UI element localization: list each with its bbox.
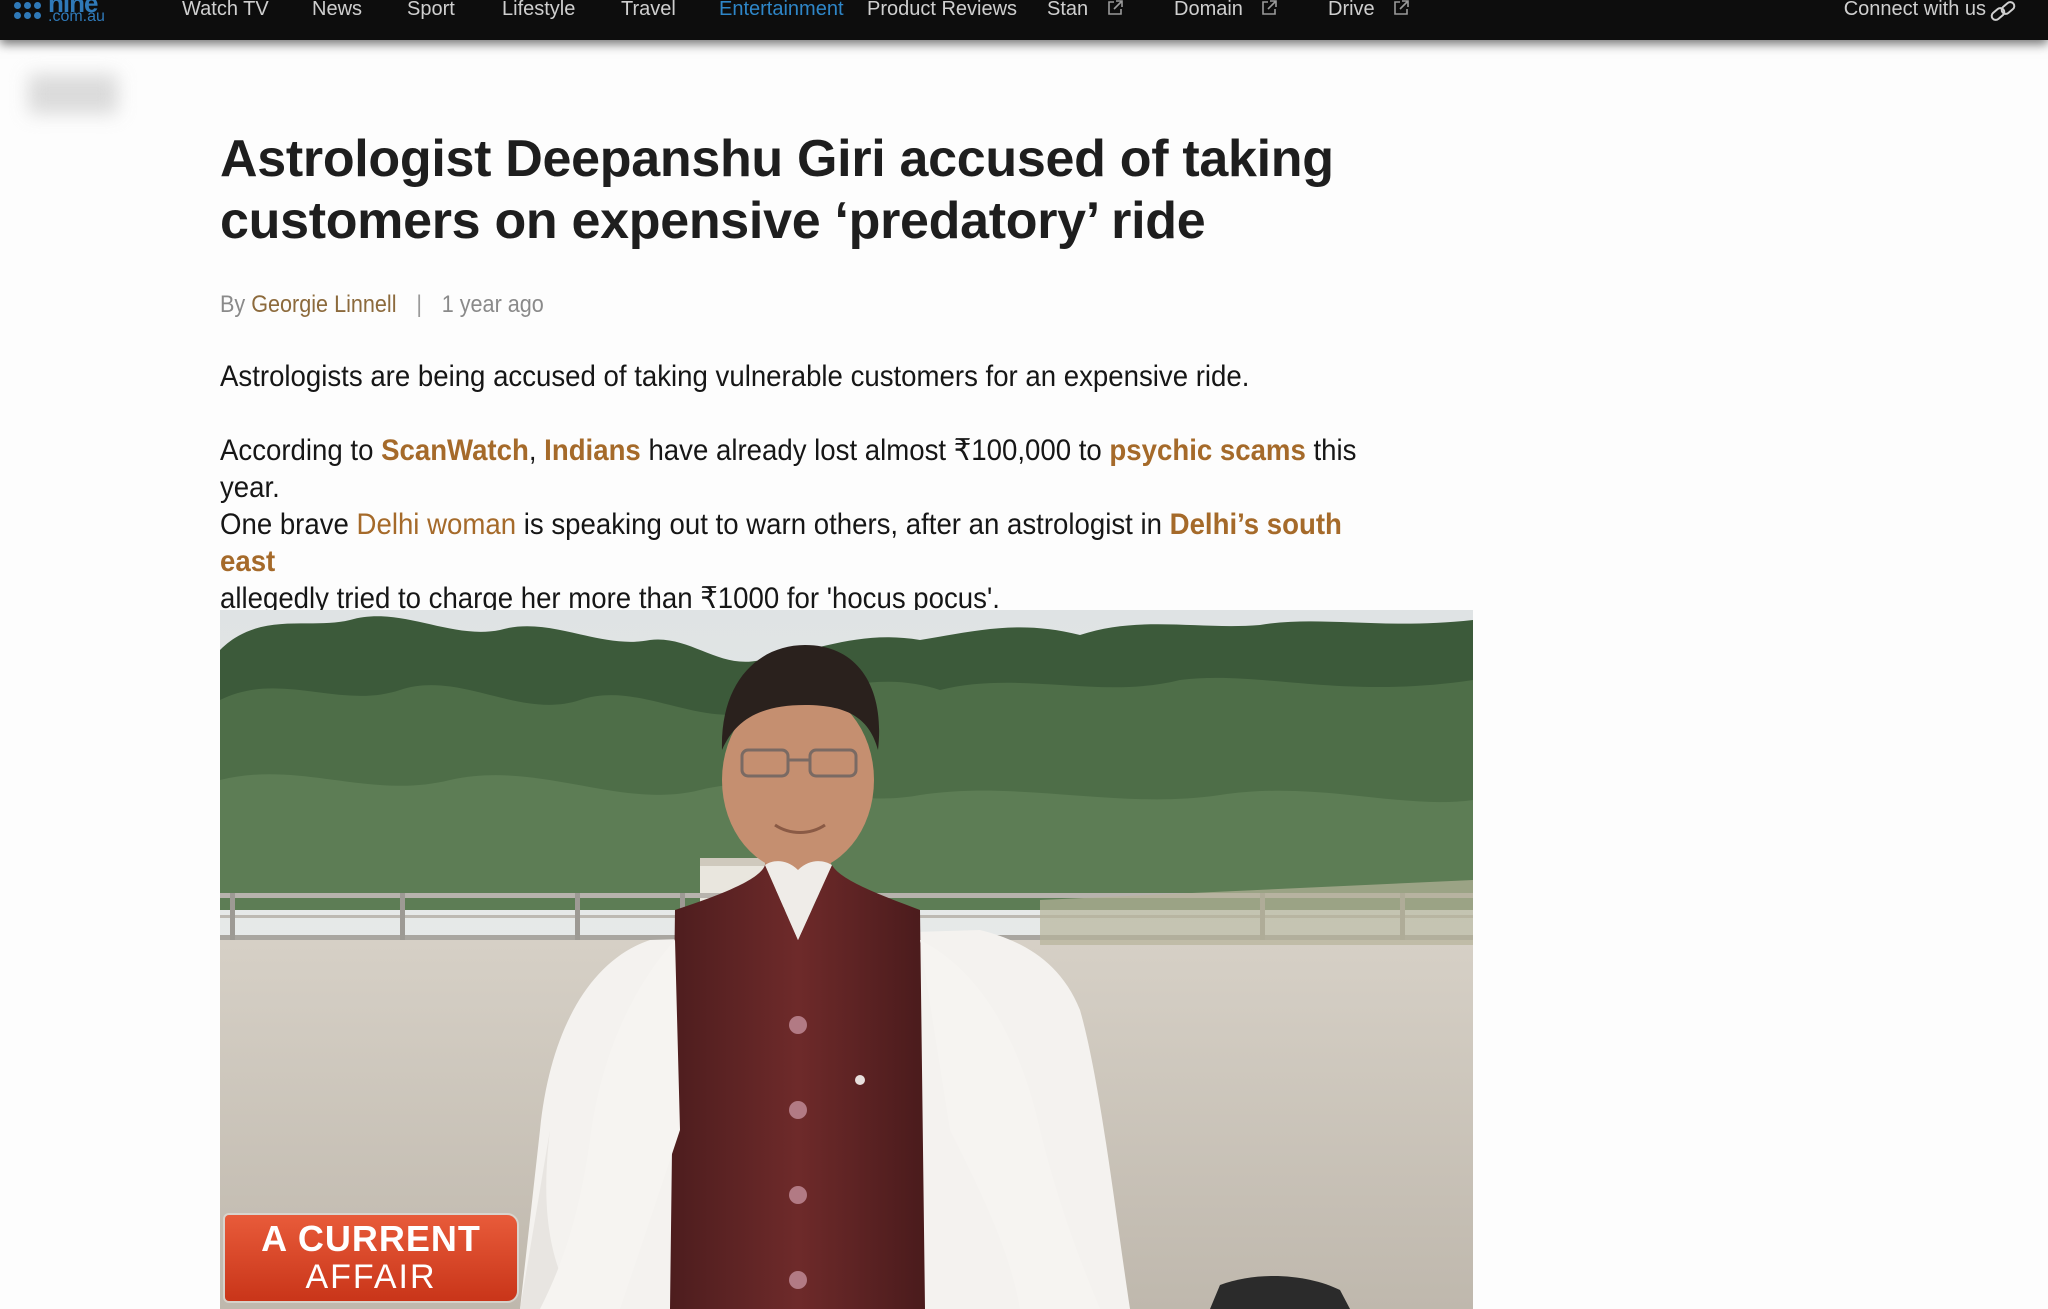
chain-link-icon[interactable]: [1988, 0, 2018, 26]
para3-text-2: is speaking out to warn others, after an…: [516, 508, 1170, 541]
scanwatch-link[interactable]: ScanWatch: [381, 434, 529, 467]
external-link-icon: [1394, 0, 1410, 15]
photo-illustration: [220, 610, 1473, 1309]
byline: By Georgie Linnell | 1 year ago: [220, 288, 544, 322]
nav-item-news[interactable]: News: [312, 0, 362, 23]
nav-item-sport[interactable]: Sport: [407, 0, 455, 23]
paragraph-delhi-woman: One brave Delhi woman is speaking out to…: [220, 506, 1398, 617]
para2-text-1: According to: [220, 434, 382, 467]
paragraph-intro: Astrologists are being accused of taking…: [220, 360, 1250, 393]
nav-item-stan[interactable]: Stan: [1047, 0, 1124, 23]
article-headline: Astrologist Deepanshu Giri accused of ta…: [220, 130, 1334, 250]
nav-item-entertainment[interactable]: Entertainment: [719, 0, 844, 23]
connect-with-us-link[interactable]: Connect with us: [1844, 0, 1986, 23]
nav-item-product-reviews[interactable]: Product Reviews: [867, 0, 1017, 23]
delhi-woman-link[interactable]: Delhi woman: [357, 508, 517, 541]
byline-prefix: By: [220, 291, 246, 318]
indians-link[interactable]: Indians: [544, 434, 641, 467]
nav-item-domain-label: Domain: [1174, 0, 1243, 20]
badge-line-2: AFFAIR: [305, 1258, 437, 1296]
logo-dots-icon: [14, 2, 46, 22]
para2-text-2: ,: [528, 434, 545, 467]
nav-item-stan-label: Stan: [1047, 0, 1089, 20]
top-nav-bar: nine .com.au Watch TV News Sport Lifesty…: [0, 0, 2048, 40]
nav-item-drive[interactable]: Drive: [1328, 0, 1410, 23]
nav-item-travel[interactable]: Travel: [621, 0, 676, 23]
external-link-icon: [1262, 0, 1278, 15]
byline-separator: |: [416, 291, 422, 318]
logo-domain: .com.au: [48, 8, 105, 25]
para2-text-3: have already lost almost ₹100,000 to: [640, 434, 1110, 467]
nav-item-watch-tv[interactable]: Watch TV: [182, 0, 269, 23]
blurred-logo: [28, 74, 118, 114]
badge-line-1: A CURRENT: [261, 1218, 481, 1259]
nine-logo[interactable]: nine .com.au: [14, 0, 118, 26]
publish-time: 1 year ago: [441, 291, 544, 318]
para3-text-1: One brave: [220, 508, 357, 541]
article-hero-image[interactable]: A CURRENT AFFAIR: [220, 610, 1473, 1309]
nav-item-drive-label: Drive: [1328, 0, 1375, 20]
paragraph-scanwatch: According to ScanWatch, Indians have alr…: [220, 432, 1398, 506]
external-link-icon: [1107, 0, 1123, 15]
author-link[interactable]: Georgie Linnell: [251, 291, 396, 318]
nav-item-lifestyle[interactable]: Lifestyle: [502, 0, 575, 23]
psychic-scams-link[interactable]: psychic scams: [1109, 434, 1305, 467]
a-current-affair-badge: A CURRENT AFFAIR: [225, 1215, 517, 1301]
nav-item-domain[interactable]: Domain: [1174, 0, 1278, 23]
